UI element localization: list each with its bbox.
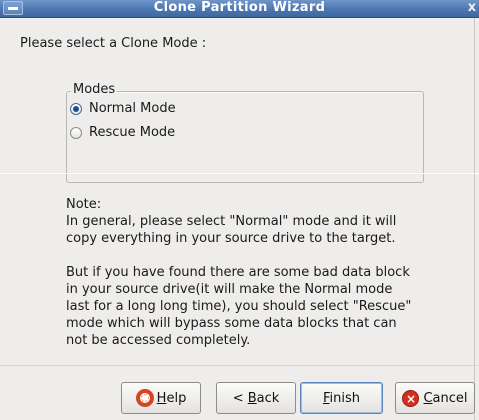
note-line: last for a long long time), you should s…	[66, 299, 412, 314]
radio-normal-mode-label[interactable]: Normal Mode	[89, 100, 176, 118]
note-line: in your source drive(it will make the No…	[66, 282, 393, 297]
title-bar[interactable]: Clone Partition Wizard x	[0, 0, 479, 18]
close-icon[interactable]: x	[465, 0, 479, 16]
help-button[interactable]: Help	[121, 382, 201, 414]
radio-rescue-mode[interactable]: Rescue Mode	[70, 124, 175, 142]
note-line: But if you have found there are some bad…	[66, 265, 410, 280]
note-line: copy everything in your source drive to …	[66, 231, 396, 246]
lifebuoy-icon	[135, 389, 154, 407]
note-line: In general, please select "Normal" mode …	[66, 214, 397, 229]
note-gap	[66, 247, 446, 264]
note-line: mode which will bypass some data blocks …	[66, 316, 397, 331]
note-text: Note: In general, please select "Normal"…	[66, 196, 446, 349]
divider-line	[0, 173, 479, 174]
radio-selected-icon[interactable]	[70, 103, 82, 115]
note-heading: Note:	[66, 197, 102, 212]
back-arrow: <	[232, 390, 248, 406]
note-line: not be accessed completely.	[66, 333, 251, 348]
window-title: Clone Partition Wizard	[153, 0, 326, 15]
modes-legend: Modes	[71, 82, 118, 98]
radio-normal-mode[interactable]: Normal Mode	[70, 100, 176, 118]
back-mnemonic: B	[247, 390, 257, 406]
finish-label: inish	[329, 390, 361, 406]
cancel-label: ancel	[432, 390, 468, 406]
radio-rescue-mode-label[interactable]: Rescue Mode	[89, 124, 175, 142]
cancel-mnemonic: C	[423, 390, 433, 406]
back-button[interactable]: < Back	[216, 382, 296, 414]
help-mnemonic: H	[156, 390, 167, 406]
cancel-icon: ×	[402, 389, 420, 407]
radio-unselected-icon[interactable]	[70, 127, 82, 139]
finish-button[interactable]: Finish	[300, 382, 383, 414]
window-edge	[474, 18, 479, 420]
help-label: elp	[166, 390, 187, 406]
button-area-divider	[0, 365, 479, 366]
cancel-button[interactable]: × Cancel	[395, 382, 475, 414]
page-prompt: Please select a Clone Mode :	[20, 36, 207, 51]
back-label: ack	[256, 390, 280, 406]
